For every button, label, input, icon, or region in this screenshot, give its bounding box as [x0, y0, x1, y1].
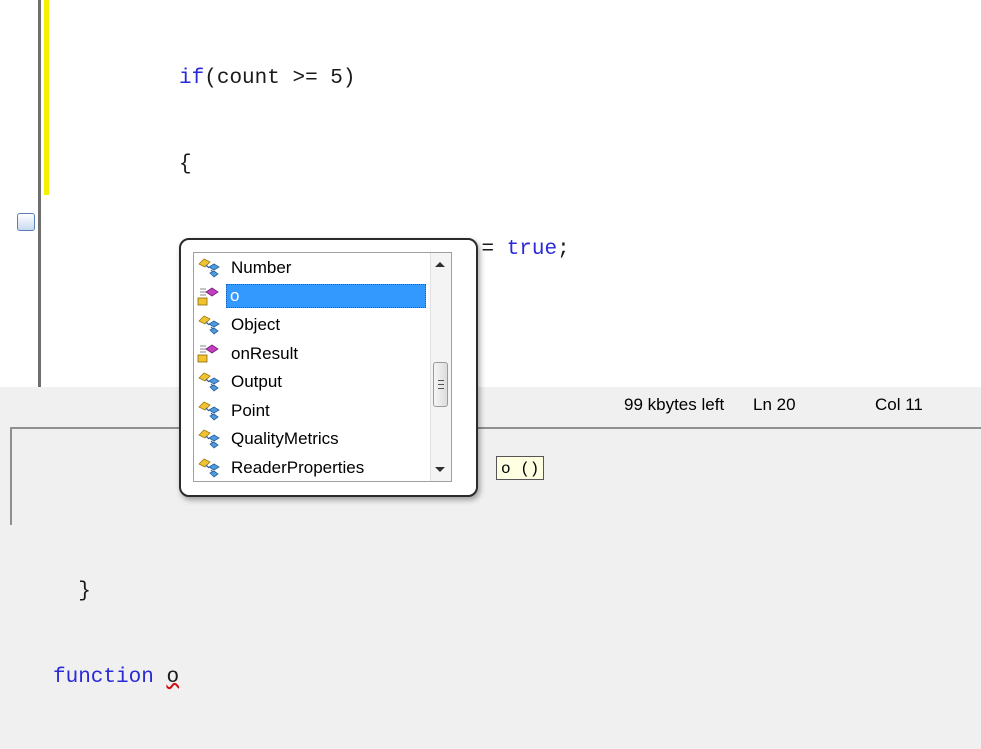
autocomplete-item-label: Point: [231, 400, 270, 420]
class-icon: [197, 401, 221, 421]
keyword: function: [53, 665, 154, 689]
autocomplete-item[interactable]: Point: [196, 398, 432, 424]
code-line: function o: [53, 664, 570, 693]
autocomplete-item-label: QualityMetrics: [231, 429, 339, 448]
error-squiggle: o: [166, 665, 180, 689]
class-icon: [197, 258, 221, 278]
scroll-up-icon[interactable]: [435, 262, 445, 267]
scroll-down-icon[interactable]: [435, 467, 445, 472]
signature-tooltip: o (): [496, 456, 545, 480]
class-icon: [197, 429, 221, 449]
function-icon: [197, 287, 221, 307]
class-icon: [197, 372, 221, 392]
scrollbar[interactable]: [430, 253, 451, 481]
autocomplete-item-label: Output: [231, 372, 283, 391]
autocomplete-item-label: ReaderProperties: [231, 457, 365, 477]
class-icon: [197, 315, 221, 335]
status-bar: 99 kbytes left Ln 20 Col 11: [0, 387, 981, 427]
code-editor[interactable]: if(count >= 5) { output.events.user1 = t…: [0, 0, 981, 689]
autocomplete-item[interactable]: QualityMetrics: [196, 426, 432, 452]
gutter-divider: [38, 0, 41, 387]
class-icon: [197, 458, 221, 478]
scroll-thumb[interactable]: [433, 362, 448, 407]
function-icon: [197, 344, 221, 364]
autocomplete-item[interactable]: o: [196, 283, 432, 310]
autocomplete-item[interactable]: Object: [196, 312, 432, 338]
code-line: {: [53, 152, 192, 176]
change-indicator-bar: [44, 0, 49, 195]
autocomplete-item[interactable]: onResult: [196, 341, 432, 367]
autocomplete-popup: Number o Object onResult Output Point QualityM…: [179, 238, 478, 497]
autocomplete-list[interactable]: Number o Object onResult Output Point QualityM…: [193, 252, 452, 482]
keyword: if: [179, 67, 205, 90]
code-line: if(count >= 5): [179, 67, 356, 90]
autocomplete-item-label: onResult: [231, 343, 299, 363]
collapse-toggle-icon[interactable]: [17, 213, 35, 231]
autocomplete-item[interactable]: ReaderProperties: [196, 455, 432, 481]
autocomplete-item-label: Object: [231, 315, 281, 334]
memory-status: 99 kbytes left: [624, 395, 725, 414]
autocomplete-item[interactable]: Number: [196, 255, 432, 281]
autocomplete-item[interactable]: Output: [196, 369, 432, 395]
line-status: Ln 20: [753, 395, 796, 414]
autocomplete-item-label: o: [226, 283, 426, 308]
column-status: Col 11: [875, 395, 923, 414]
code-line: }: [53, 580, 91, 603]
keyword: true: [506, 238, 558, 261]
autocomplete-item-label: Number: [231, 258, 292, 277]
